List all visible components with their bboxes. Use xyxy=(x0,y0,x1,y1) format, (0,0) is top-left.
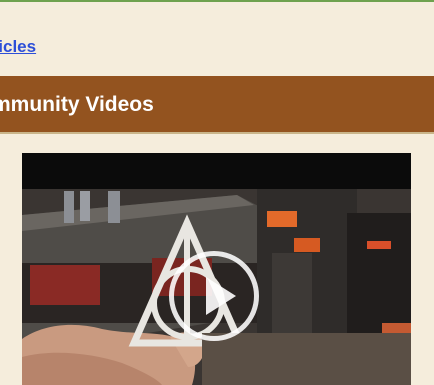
articles-link[interactable]: rticles xyxy=(0,37,36,57)
top-divider xyxy=(0,0,434,6)
video-player[interactable] xyxy=(22,153,411,385)
community-videos-header: mmunity Videos xyxy=(0,76,434,134)
play-button[interactable] xyxy=(169,251,259,341)
play-icon xyxy=(206,277,236,315)
section-title: mmunity Videos xyxy=(0,93,154,116)
